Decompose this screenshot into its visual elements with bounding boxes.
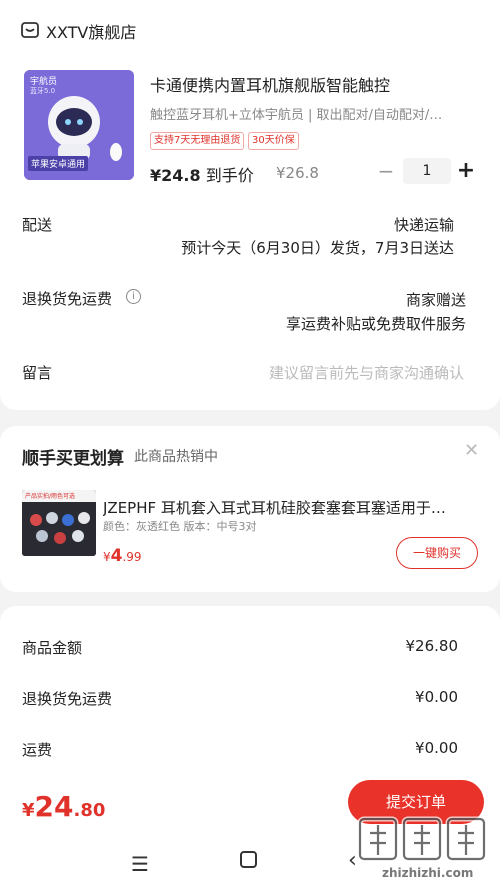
final-price: ¥24.8 到手价 <box>150 162 254 186</box>
close-icon[interactable]: ✕ <box>464 440 479 461</box>
original-price: ¥26.8 <box>276 164 319 182</box>
home-icon[interactable] <box>240 851 257 868</box>
total-symbol: ¥ <box>22 800 35 821</box>
summary-goods-value: ¥26.80 <box>405 637 459 655</box>
quantity-decrease-button[interactable]: − <box>376 160 396 182</box>
price-protect-tag: 30天价保 <box>248 132 299 150</box>
summary-return-shipping-label: 退换货免运费 <box>22 690 113 708</box>
upsell-item-price: ¥4.99 <box>103 546 142 566</box>
upsell-price-symbol: ¥ <box>103 550 111 564</box>
total-price: ¥24.80 <box>22 790 105 823</box>
upsell-image-caption: 产品实拍/雨色可选 <box>25 493 76 500</box>
summary-goods-label: 商品金额 <box>22 639 83 657</box>
summary-shipping-value: ¥0.00 <box>415 739 458 757</box>
upsell-item-name[interactable]: JZEPHF 耳机套入耳式耳机硅胶套塞套耳塞适用于… <box>103 497 469 518</box>
message-input[interactable]: 建议留言前先与商家沟通确认 <box>269 362 464 383</box>
shop-name[interactable]: XXTV旗舰店 <box>46 19 136 43</box>
upsell-price-dec: .99 <box>122 550 142 564</box>
upsell-price-int: 4 <box>110 546 123 566</box>
message-label: 留言 <box>22 364 53 382</box>
info-icon[interactable]: i <box>126 289 141 304</box>
summary-shipping-label: 运费 <box>22 741 53 759</box>
delivery-method[interactable]: 快递运输 <box>394 214 454 235</box>
product-title[interactable]: 卡通便携内置耳机旗舰版智能触控 <box>150 72 390 96</box>
return-shipping-label: 退换货免运费 <box>22 290 113 308</box>
final-price-value: ¥24.8 <box>150 166 201 185</box>
quantity-increase-button[interactable]: + <box>455 158 477 184</box>
return-policy-tag: 支持7天无理由退货 <box>150 132 245 150</box>
one-click-buy-button[interactable]: 一键购买 <box>396 537 478 569</box>
order-card: XXTV旗舰店 宇航员 蓝牙5.0 苹果安卓通用 卡通便携内置耳机旗舰版智能触控… <box>0 0 500 410</box>
total-int: 24 <box>34 790 74 823</box>
watermark-text: zhizhizhi.com <box>382 866 474 880</box>
delivery-label: 配送 <box>22 216 53 234</box>
upsell-subtitle: 此商品热销中 <box>134 449 218 465</box>
product-image-caption: 苹果安卓通用 <box>28 156 89 171</box>
final-price-suffix: 到手价 <box>205 166 254 185</box>
return-shipping-value: 商家赠送 <box>405 291 466 309</box>
total-dec: .80 <box>73 800 106 821</box>
upsell-title: 顺手买更划算 <box>22 449 124 469</box>
product-image-brand-sub: 蓝牙5.0 <box>30 87 56 95</box>
quantity-input[interactable]: 1 <box>403 158 451 184</box>
menu-icon[interactable]: ☰ <box>131 852 149 876</box>
summary-return-shipping-value: ¥0.00 <box>415 688 458 706</box>
delivery-estimate: 预计今天（6月30日）发货，7月3日送达 <box>181 239 454 257</box>
product-image[interactable]: 宇航员 蓝牙5.0 苹果安卓通用 <box>24 70 134 180</box>
product-variant[interactable]: 触控蓝牙耳机+立体宇航员 | 取出配对/自动配对/… <box>150 104 472 123</box>
shop-icon <box>21 22 39 38</box>
upsell-item-image[interactable]: 产品实拍/雨色可选 <box>22 490 96 556</box>
upsell-item-spec: 颜色：灰透红色 版本：中号3对 <box>103 520 257 533</box>
return-shipping-desc: 享运费补贴或免费取件服务 <box>285 315 466 333</box>
back-icon[interactable]: ‹ <box>348 848 357 873</box>
